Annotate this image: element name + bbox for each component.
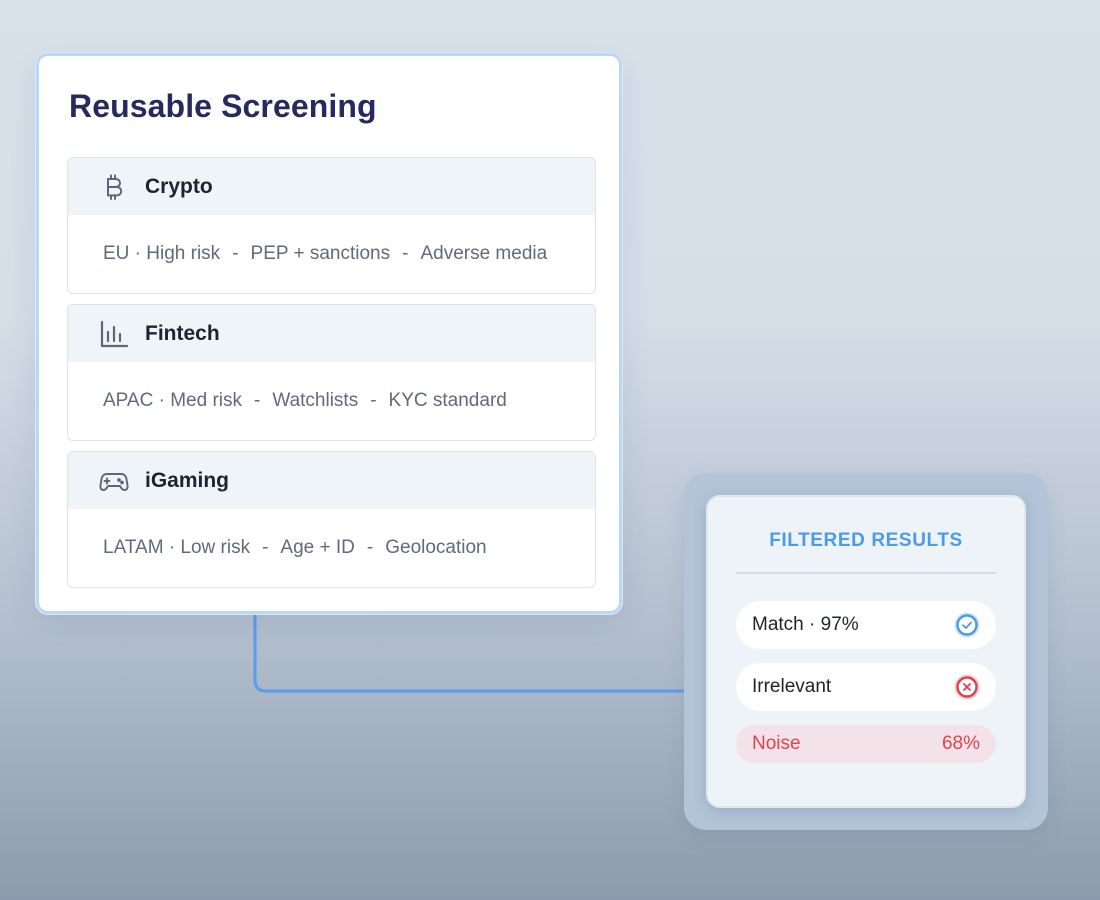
tag-check: Geolocation [385,537,487,558]
bitcoin-icon [99,172,129,202]
industry-card-crypto[interactable]: Crypto EU · High risk - PEP + sanctions … [67,157,596,294]
card-header: iGaming [68,452,595,509]
result-label: Match · 97% [752,614,859,635]
panel-title: Reusable Screening [69,88,377,124]
result-row-irrelevant[interactable]: Irrelevant [736,663,996,711]
bar-chart-icon [99,319,129,349]
results-title: FILTERED RESULTS [769,530,963,551]
card-name: Fintech [145,321,220,345]
tag-check: KYC standard [388,390,507,411]
card-tags: LATAM · Low risk - Age + ID - Geolocatio… [68,509,595,587]
card-name: Crypto [145,174,213,198]
card-header: Fintech [68,305,595,362]
tag-region: EU · High risk [103,243,221,264]
gamepad-icon [99,466,129,496]
reusable-screening-panel: Reusable Screening Crypto EU · High risk… [36,53,622,614]
tag-separator: - [402,243,409,264]
result-row-noise: Noise 68% [736,725,996,763]
x-circle-icon [954,674,980,700]
tag-check: PEP + sanctions [250,243,391,264]
card-name: iGaming [145,468,230,492]
tag-check: Age + ID [280,537,355,558]
noise-value: 68% [941,733,980,754]
card-header: Crypto [68,158,595,215]
filtered-results-card: FILTERED RESULTS Match · 97% Irrelevant [706,495,1026,808]
tag-separator: - [366,537,374,558]
check-circle-icon [954,612,980,638]
filtered-results-widget: FILTERED RESULTS Match · 97% Irrelevant [684,473,1048,830]
card-tags: EU · High risk - PEP + sanctions - Adver… [68,215,595,293]
tag-region: APAC · Med risk [103,390,243,411]
card-tags: APAC · Med risk - Watchlists - KYC stand… [68,362,595,440]
tag-separator: - [262,537,269,558]
tag-check: Adverse media [420,243,548,264]
tag-separator: - [370,390,377,411]
result-row-match[interactable]: Match · 97% [736,601,996,649]
tag-region: LATAM · Low risk [103,537,251,558]
industry-card-igaming[interactable]: iGaming LATAM · Low risk - Age + ID - Ge… [67,451,596,588]
tag-separator: - [254,390,261,411]
tag-separator: - [232,243,239,264]
tag-check: Watchlists [272,390,359,411]
results-divider [736,572,996,574]
noise-label: Noise [752,733,801,754]
industry-card-fintech[interactable]: Fintech APAC · Med risk - Watchlists - K… [67,304,596,441]
result-label: Irrelevant [752,676,832,697]
